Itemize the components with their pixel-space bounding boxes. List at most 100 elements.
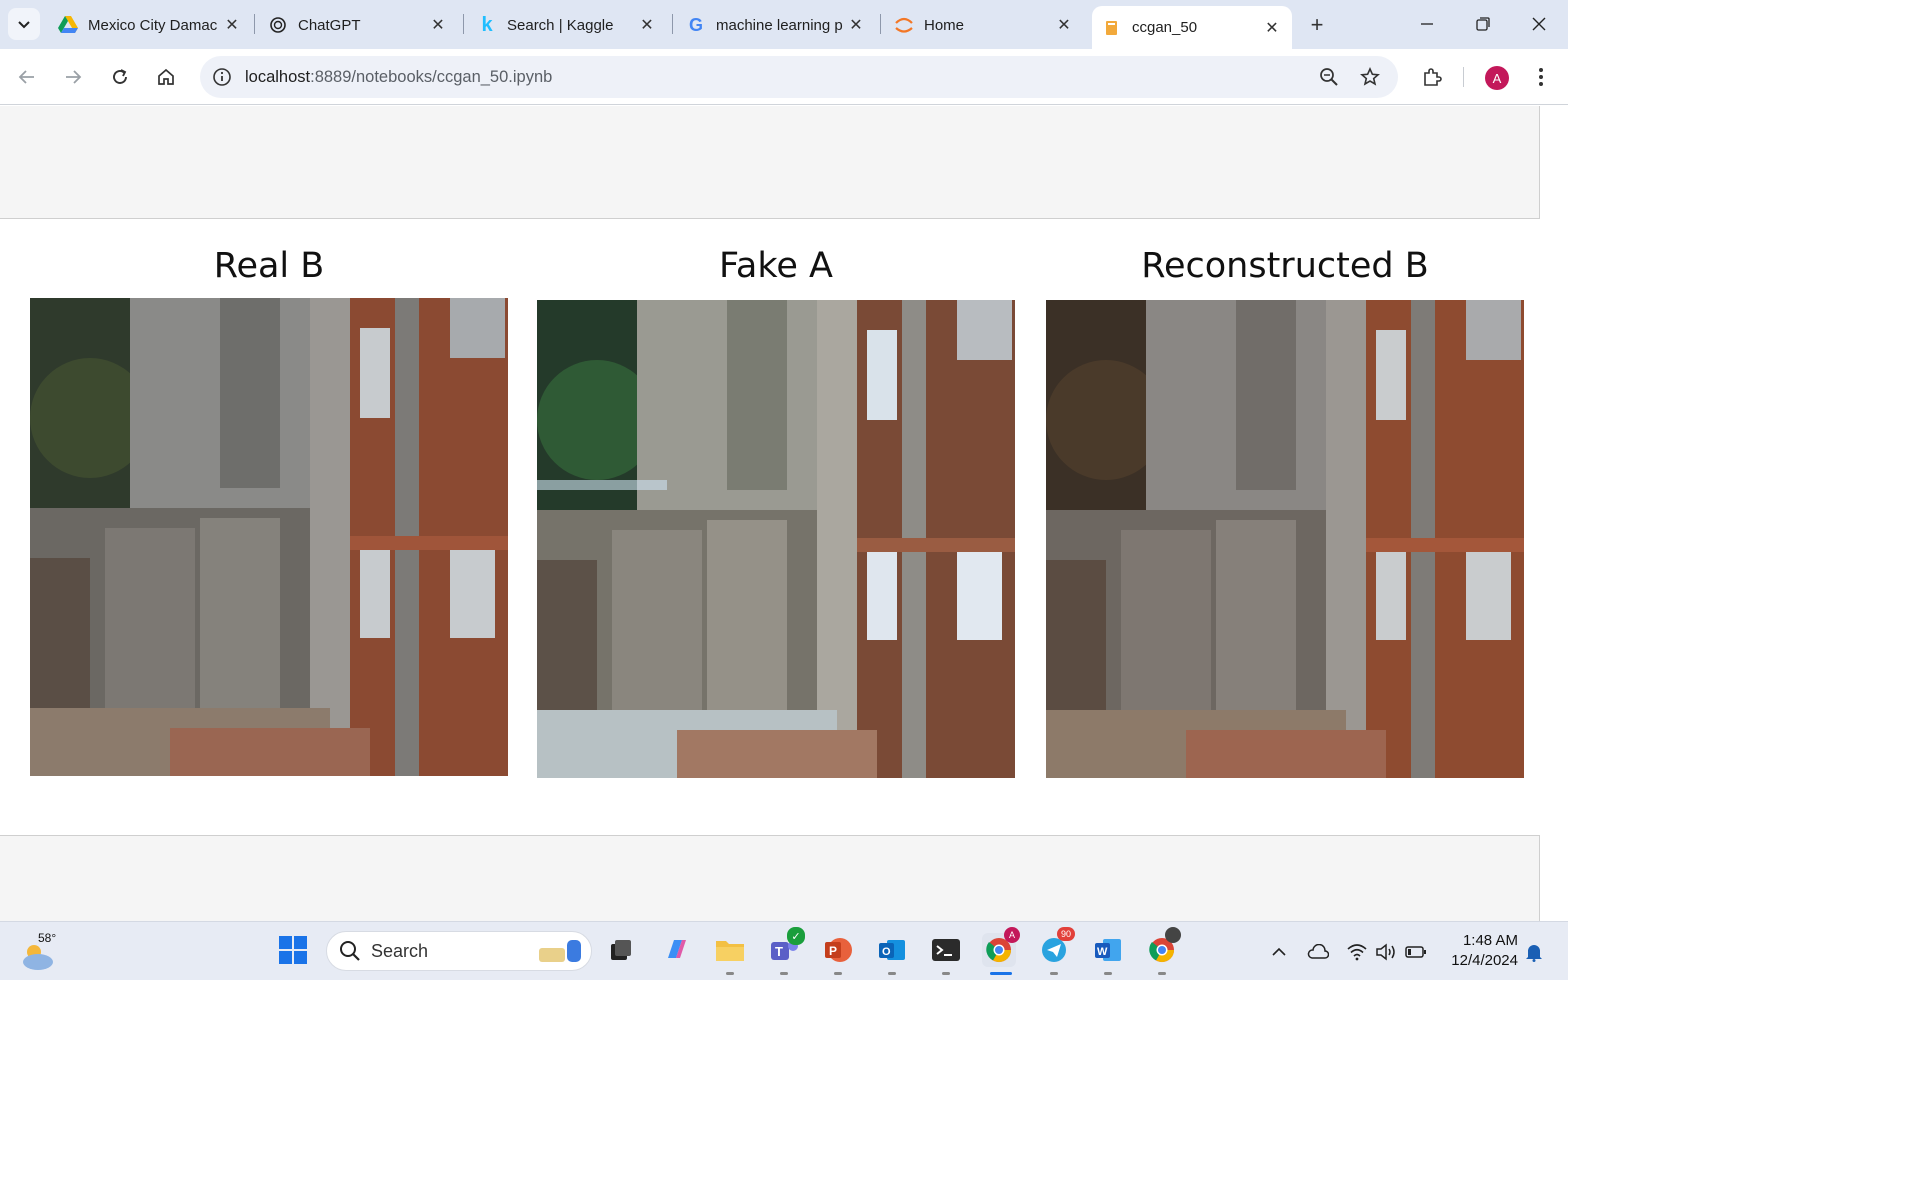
close-icon[interactable]: ✕ [637, 15, 657, 35]
windows-taskbar: 58° Search T ✓ P O A 90 W 1:48 AM 12/4/2… [0, 921, 1568, 980]
output-panel-real-b: Real B [30, 246, 508, 778]
toolbar-divider [1463, 67, 1464, 87]
task-view-button[interactable] [604, 933, 638, 967]
kaggle-icon: k [481, 13, 493, 36]
notifications-button[interactable] [1522, 940, 1546, 964]
search-highlight-icon [539, 940, 581, 962]
tab-chatgpt[interactable]: ChatGPT ✕ [258, 6, 458, 44]
panel-title: Fake A [719, 246, 833, 286]
jupyter-icon [894, 15, 914, 35]
close-icon[interactable]: ✕ [1262, 18, 1282, 38]
browser-toolbar: localhost:8889/notebooks/ccgan_50.ipynb … [0, 49, 1568, 105]
url-host: localhost [245, 67, 311, 86]
tab-search-button[interactable] [8, 8, 40, 40]
start-button[interactable] [276, 933, 310, 967]
tab-divider [254, 14, 255, 34]
system-clock[interactable]: 1:48 AM 12/4/2024 [1430, 931, 1518, 971]
tab-ccgan-50[interactable]: ccgan_50 ✕ [1092, 6, 1292, 49]
reload-button[interactable] [104, 61, 136, 93]
show-hidden-icons-button[interactable] [1267, 940, 1291, 964]
tab-kaggle[interactable]: k Search | Kaggle ✕ [467, 6, 667, 44]
tab-divider [463, 14, 464, 34]
svg-text:P: P [829, 944, 837, 958]
extensions-button[interactable] [1416, 61, 1448, 93]
clock-time: 1:48 AM [1462, 932, 1518, 949]
restore-button[interactable] [1460, 8, 1506, 40]
back-button[interactable] [11, 61, 43, 93]
svg-text:T: T [775, 944, 783, 959]
close-icon[interactable]: ✕ [1054, 15, 1074, 35]
chrome-profile-badge: A [1004, 927, 1020, 943]
output-panel-reconstructed-b: Reconstructed B [1046, 246, 1524, 778]
tab-title: ccgan_50 [1132, 19, 1198, 36]
new-tab-button[interactable]: + [1302, 10, 1332, 40]
browser-menu-button[interactable] [1525, 61, 1557, 93]
tab-jupyter-home[interactable]: Home ✕ [884, 6, 1084, 44]
search-icon [340, 941, 360, 961]
zoom-icon[interactable] [1317, 65, 1341, 89]
telegram-unread-badge: 90 [1057, 927, 1075, 941]
tab-title: machine learning p [716, 16, 843, 34]
bookmark-star-icon[interactable] [1358, 65, 1382, 89]
wifi-tray-icon[interactable] [1345, 940, 1369, 964]
site-info-icon[interactable] [202, 67, 242, 87]
outlook-button[interactable]: O [875, 933, 909, 967]
chrome-profile-2-button[interactable] [1145, 927, 1181, 967]
forward-button[interactable] [57, 61, 89, 93]
chatgpt-icon [268, 15, 288, 35]
tab-title: Mexico City Damac [88, 16, 218, 34]
battery-tray-icon[interactable] [1404, 940, 1428, 964]
address-bar[interactable]: localhost:8889/notebooks/ccgan_50.ipynb [200, 56, 1398, 98]
tab-mexico-city[interactable]: Mexico City Damac ✕ [48, 6, 252, 44]
home-button[interactable] [150, 61, 182, 93]
clock-date: 12/4/2024 [1451, 952, 1518, 969]
running-indicator [888, 972, 896, 975]
close-window-button[interactable] [1516, 8, 1562, 40]
real-b-image [30, 298, 508, 776]
cloud-icon [1307, 944, 1329, 959]
word-button[interactable]: W [1091, 933, 1125, 967]
minimize-icon [1421, 23, 1433, 25]
weather-temperature: 58° [38, 931, 57, 945]
windows-icon [279, 936, 307, 964]
active-indicator [990, 972, 1012, 975]
home-icon [158, 68, 174, 85]
tab-title: ChatGPT [298, 16, 361, 34]
file-explorer-button[interactable] [713, 933, 747, 967]
chrome-button[interactable]: A [982, 927, 1020, 967]
outlook-icon: O [879, 940, 905, 960]
close-icon[interactable]: ✕ [846, 15, 866, 35]
tab-title: Home [924, 16, 965, 34]
svg-text:W: W [1097, 946, 1108, 958]
copilot-button[interactable] [659, 933, 693, 967]
telegram-button[interactable]: 90 [1037, 927, 1075, 967]
onedrive-tray-icon[interactable] [1306, 940, 1330, 964]
browser-tab-strip: Mexico City Damac ✕ ChatGPT ✕ k Search |… [0, 0, 1568, 49]
output-panel-fake-a: Fake A [537, 246, 1015, 778]
google-drive-icon [58, 15, 78, 35]
svg-text:O: O [882, 946, 891, 958]
chevron-up-icon [1272, 947, 1286, 956]
close-icon[interactable]: ✕ [428, 15, 448, 35]
powerpoint-button[interactable]: P [821, 933, 855, 967]
notebook-cell[interactable] [0, 835, 1540, 921]
tab-google-search[interactable]: G machine learning p ✕ [676, 6, 876, 44]
minimize-button[interactable] [1404, 8, 1450, 40]
profile-avatar[interactable]: A [1485, 66, 1509, 90]
scrollbar-track[interactable] [1540, 106, 1568, 921]
terminal-icon [932, 939, 960, 961]
teams-button[interactable]: T ✓ [767, 927, 805, 967]
tab-divider [880, 14, 881, 34]
taskbar-search-placeholder: Search [371, 940, 429, 961]
terminal-button[interactable] [929, 933, 963, 967]
weather-widget[interactable]: 58° [20, 930, 64, 972]
reconstructed-b-image [1046, 300, 1524, 778]
close-icon[interactable]: ✕ [222, 15, 242, 35]
close-icon [1532, 17, 1546, 31]
chevron-down-icon [18, 21, 30, 29]
volume-tray-icon[interactable] [1374, 940, 1398, 964]
notebook-cell[interactable] [0, 106, 1540, 219]
panel-title: Real B [213, 246, 325, 286]
taskbar-search-box[interactable]: Search [326, 931, 592, 971]
running-indicator [942, 972, 950, 975]
